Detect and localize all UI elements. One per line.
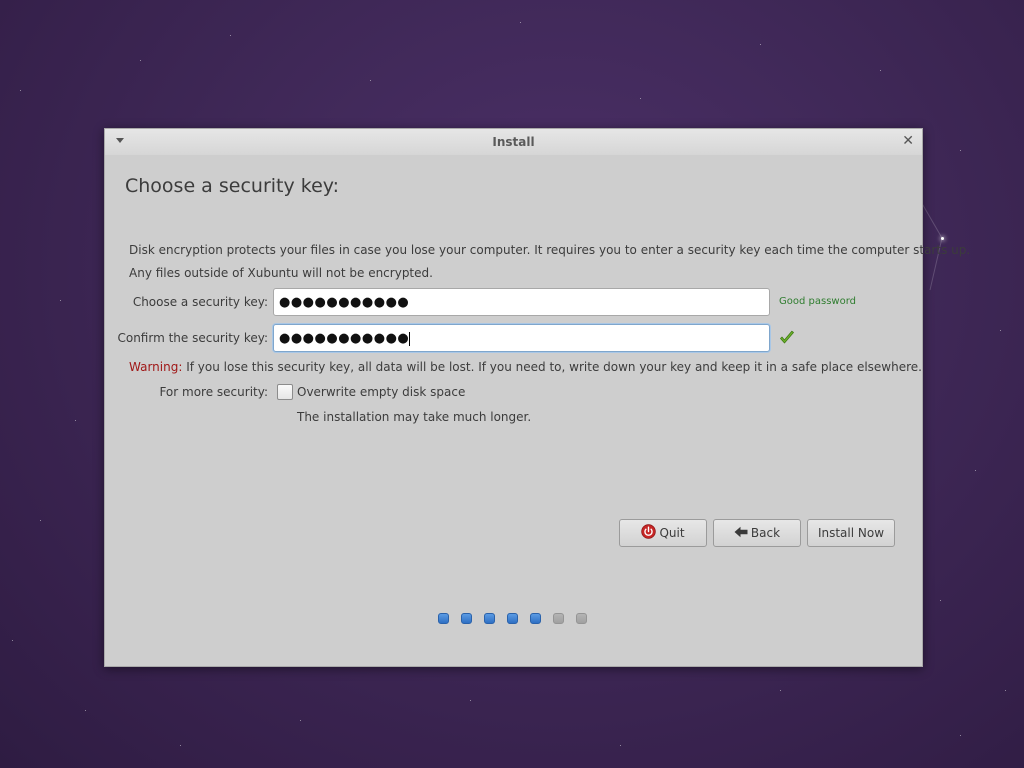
window-title: Install <box>492 135 535 149</box>
checkmark-icon <box>779 330 795 350</box>
password-strength: Good password <box>779 296 856 307</box>
install-now-button-label: Install Now <box>817 526 885 540</box>
security-key-value: ●●●●●●●●●●● <box>279 295 410 310</box>
warning-label: Warning: <box>129 360 183 374</box>
progress-step-dot <box>507 613 518 624</box>
progress-steps <box>438 613 599 624</box>
confirm-key-input[interactable]: ●●●●●●●●●●● <box>273 324 770 352</box>
power-icon <box>641 524 657 542</box>
progress-step-dot <box>576 613 587 624</box>
security-key-input[interactable]: ●●●●●●●●●●● <box>273 288 770 316</box>
progress-step-dot <box>461 613 472 624</box>
warning-message: Warning: If you lose this security key, … <box>129 360 922 374</box>
overwrite-disk-note: The installation may take much longer. <box>297 410 532 424</box>
quit-button-label: Quit <box>659 526 685 540</box>
text-caret <box>409 331 411 346</box>
overwrite-disk-label[interactable]: Overwrite empty disk space <box>297 385 465 399</box>
page-title: Choose a security key: <box>125 175 340 197</box>
security-key-label: Choose a security key: <box>132 295 268 309</box>
confirm-key-value: ●●●●●●●●●●● <box>279 331 410 346</box>
progress-step-dot <box>484 613 495 624</box>
back-arrow-icon <box>734 526 748 541</box>
progress-step-dot <box>553 613 564 624</box>
warning-text: If you lose this security key, all data … <box>182 360 922 374</box>
title-bar: Install ✕ <box>105 129 922 155</box>
installer-window: Install ✕ Choose a security key: Disk en… <box>104 128 970 667</box>
overwrite-disk-checkbox[interactable] <box>277 384 293 400</box>
more-security-label: For more security: <box>159 385 268 399</box>
quit-button[interactable]: Quit <box>619 519 707 547</box>
back-button-label: Back <box>750 526 781 540</box>
confirm-key-label: Confirm the security key: <box>117 331 268 345</box>
back-button[interactable]: Back <box>713 519 801 547</box>
progress-step-dot <box>530 613 541 624</box>
description-line-2: Any files outside of Xubuntu will not be… <box>129 266 433 280</box>
progress-step-dot <box>438 613 449 624</box>
close-icon[interactable]: ✕ <box>902 133 914 149</box>
install-now-button[interactable]: Install Now <box>807 519 895 547</box>
description-line-1: Disk encryption protects your files in c… <box>129 243 971 257</box>
